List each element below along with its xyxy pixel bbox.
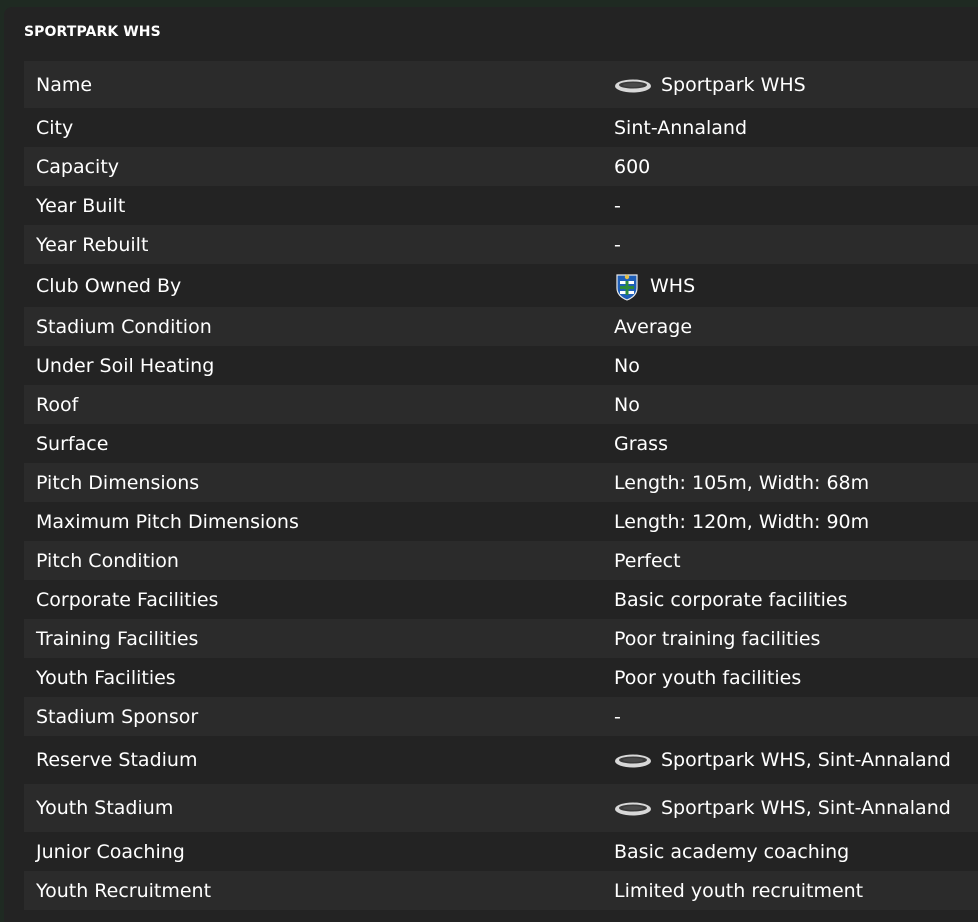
- row-club-owned-by: Club Owned By WHS: [24, 264, 978, 307]
- row-value: Grass: [614, 432, 668, 455]
- youth-stadium-link[interactable]: Sportpark WHS, Sint-Annaland: [614, 797, 951, 819]
- row-stadium-condition: Stadium Condition Average: [24, 307, 978, 346]
- row-youth-recruitment: Youth Recruitment Limited youth recruitm…: [24, 871, 978, 910]
- row-value: Sportpark WHS, Sint-Annaland: [661, 749, 951, 771]
- row-label: Pitch Condition: [36, 549, 179, 572]
- row-label: Training Facilities: [36, 627, 199, 650]
- row-maximum-pitch-dimensions: Maximum Pitch Dimensions Length: 120m, W…: [24, 502, 978, 541]
- row-label: Corporate Facilities: [36, 588, 219, 611]
- row-name: Name Sportpark WHS: [24, 61, 978, 108]
- row-label: City: [36, 116, 74, 139]
- row-label: Reserve Stadium: [36, 749, 198, 771]
- row-label: Junior Coaching: [36, 840, 185, 863]
- row-label: Youth Recruitment: [36, 879, 212, 902]
- row-label: Name: [36, 73, 93, 96]
- row-label: Stadium Condition: [36, 315, 212, 338]
- row-label: Youth Stadium: [36, 797, 174, 819]
- row-label: Surface: [36, 432, 109, 455]
- panel-title: SPORTPARK WHS: [24, 24, 161, 40]
- row-corporate-facilities: Corporate Facilities Basic corporate fac…: [24, 580, 978, 619]
- row-surface: Surface Grass: [24, 424, 978, 463]
- row-pitch-condition: Pitch Condition Perfect: [24, 541, 978, 580]
- details-table: Name Sportpark WHS City Sint-Annaland Ca…: [24, 61, 978, 910]
- row-year-built: Year Built -: [24, 186, 978, 225]
- row-value: Perfect: [614, 549, 681, 572]
- row-value: Basic corporate facilities: [614, 588, 848, 611]
- club-link[interactable]: WHS: [614, 271, 695, 301]
- row-label: Stadium Sponsor: [36, 705, 199, 728]
- row-value: Basic academy coaching: [614, 840, 850, 863]
- row-value: Average: [614, 315, 693, 338]
- reserve-stadium-link[interactable]: Sportpark WHS, Sint-Annaland: [614, 749, 951, 771]
- row-label: Year Built: [36, 194, 126, 217]
- row-value: Sportpark WHS, Sint-Annaland: [661, 797, 951, 819]
- row-under-soil-heating: Under Soil Heating No: [24, 346, 978, 385]
- row-pitch-dimensions: Pitch Dimensions Length: 105m, Width: 68…: [24, 463, 978, 502]
- row-youth-stadium: Youth Stadium Sportpark WHS, Sint-Annala…: [24, 784, 978, 832]
- row-city: City Sint-Annaland: [24, 108, 978, 147]
- row-roof: Roof No: [24, 385, 978, 424]
- stadium-icon: [614, 800, 652, 816]
- row-label: Maximum Pitch Dimensions: [36, 510, 299, 533]
- stadium-details-panel: SPORTPARK WHS Name Sportpark WHS City Si…: [4, 7, 978, 922]
- row-value: 600: [614, 155, 651, 178]
- stadium-icon: [614, 752, 652, 768]
- row-value: Length: 105m, Width: 68m: [614, 471, 870, 494]
- row-capacity: Capacity 600: [24, 147, 978, 186]
- row-label: Year Rebuilt: [36, 233, 149, 256]
- row-value: -: [614, 233, 621, 256]
- row-value: WHS: [650, 274, 696, 297]
- stadium-name-link[interactable]: Sportpark WHS: [614, 74, 806, 96]
- row-label: Club Owned By: [36, 274, 182, 297]
- row-year-rebuilt: Year Rebuilt -: [24, 225, 978, 264]
- row-label: Under Soil Heating: [36, 354, 215, 377]
- row-value: Sportpark WHS: [661, 73, 806, 96]
- stadium-icon: [614, 77, 652, 93]
- row-value: Length: 120m, Width: 90m: [614, 510, 870, 533]
- row-label: Capacity: [36, 155, 120, 178]
- row-value: Sint-Annaland: [614, 116, 748, 139]
- row-stadium-sponsor: Stadium Sponsor -: [24, 697, 978, 736]
- row-value: Poor training facilities: [614, 627, 821, 650]
- row-value: -: [614, 194, 621, 217]
- row-value: No: [614, 354, 640, 377]
- row-reserve-stadium: Reserve Stadium Sportpark WHS, Sint-Anna…: [24, 736, 978, 784]
- row-label: Roof: [36, 393, 79, 416]
- row-value: Poor youth facilities: [614, 666, 802, 689]
- row-value: Limited youth recruitment: [614, 879, 864, 902]
- row-training-facilities: Training Facilities Poor training facili…: [24, 619, 978, 658]
- row-junior-coaching: Junior Coaching Basic academy coaching: [24, 832, 978, 871]
- row-youth-facilities: Youth Facilities Poor youth facilities: [24, 658, 978, 697]
- row-label: Pitch Dimensions: [36, 471, 200, 494]
- row-value: -: [614, 705, 621, 728]
- club-crest-icon: [614, 271, 640, 301]
- row-value: No: [614, 393, 640, 416]
- row-label: Youth Facilities: [36, 666, 176, 689]
